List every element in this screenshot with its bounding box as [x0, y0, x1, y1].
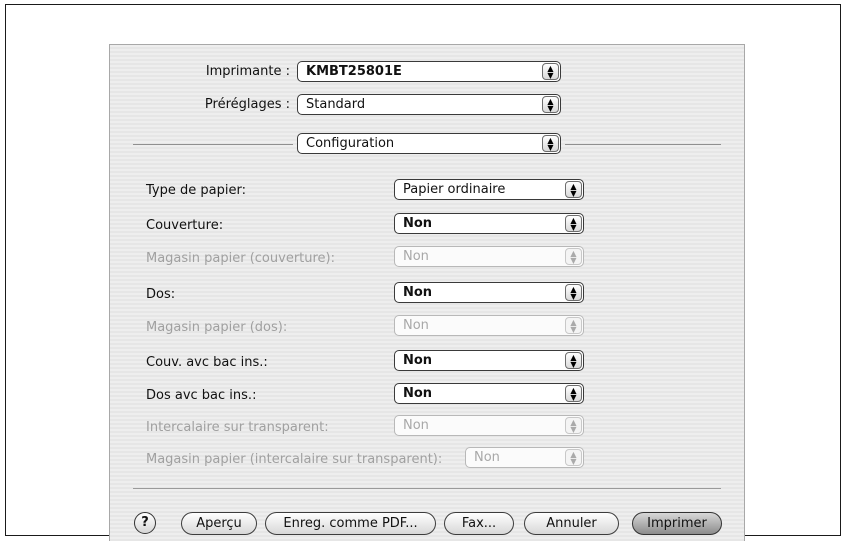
option-label-cover-tray: Magasin papier (couverture): — [146, 251, 336, 266]
option-label-cover-insert-tray: Couv. avc bac ins.: — [146, 355, 268, 370]
cover-insert-tray-popup[interactable]: Non ▲ ▼ — [394, 350, 584, 371]
up-down-arrows-icon: ▲ ▼ — [565, 449, 582, 466]
transparency-interleave-tray-popup: Non ▲ ▼ — [465, 447, 584, 468]
presets-popup[interactable]: Standard ▲ ▼ — [297, 94, 561, 115]
up-down-arrows-icon: ▲ ▼ — [565, 317, 582, 334]
cover-tray-value: Non — [403, 249, 429, 264]
cancel-button[interactable]: Annuler — [524, 512, 619, 535]
transparency-interleave-tray-value: Non — [474, 450, 500, 465]
back-insert-tray-value: Non — [403, 386, 433, 401]
back-value: Non — [403, 285, 433, 300]
section-divider-left — [133, 144, 293, 145]
up-down-arrows-icon: ▲ ▼ — [565, 385, 582, 402]
option-label-transparency-interleave: Intercalaire sur transparent: — [146, 420, 329, 435]
printer-label: Imprimante : — [205, 64, 290, 79]
up-down-arrows-icon: ▲ ▼ — [565, 215, 582, 232]
option-label-paper-type: Type de papier: — [146, 183, 246, 198]
paper-type-popup[interactable]: Papier ordinaire ▲ ▼ — [394, 179, 584, 200]
transparency-interleave-popup: Non ▲ ▼ — [394, 415, 584, 436]
option-label-back-tray: Magasin papier (dos): — [146, 320, 288, 335]
up-down-arrows-icon: ▲ ▼ — [542, 63, 559, 80]
printer-popup[interactable]: KMBT25801E ▲ ▼ — [297, 61, 561, 82]
cover-value: Non — [403, 216, 433, 231]
up-down-arrows-icon: ▲ ▼ — [542, 96, 559, 113]
back-insert-tray-popup[interactable]: Non ▲ ▼ — [394, 383, 584, 404]
paper-type-value: Papier ordinaire — [403, 182, 506, 197]
up-down-arrows-icon: ▲ ▼ — [565, 352, 582, 369]
cover-popup[interactable]: Non ▲ ▼ — [394, 213, 584, 234]
up-down-arrows-icon: ▲ ▼ — [565, 284, 582, 301]
save-as-pdf-button[interactable]: Enreg. comme PDF... — [265, 512, 436, 535]
presets-value: Standard — [306, 97, 366, 112]
footer-divider — [133, 488, 721, 489]
question-mark-icon: ? — [141, 515, 149, 530]
cover-insert-tray-value: Non — [403, 353, 433, 368]
presets-label: Préréglages : — [204, 97, 290, 112]
option-label-back-insert-tray: Dos avc bac ins.: — [146, 388, 257, 403]
option-label-back: Dos: — [146, 287, 176, 302]
option-label-transparency-interleave-tray: Magasin papier (intercalaire sur transpa… — [146, 452, 443, 467]
transparency-interleave-value: Non — [403, 418, 429, 433]
up-down-arrows-icon: ▲ ▼ — [565, 181, 582, 198]
preview-button[interactable]: Aperçu — [181, 512, 257, 535]
print-button[interactable]: Imprimer — [632, 512, 722, 535]
section-divider-right — [565, 144, 721, 145]
up-down-arrows-icon: ▲ ▼ — [542, 135, 559, 152]
back-tray-popup: Non ▲ ▼ — [394, 315, 584, 336]
help-button[interactable]: ? — [134, 512, 156, 534]
back-popup[interactable]: Non ▲ ▼ — [394, 282, 584, 303]
option-label-cover: Couverture: — [146, 218, 224, 233]
cover-tray-popup: Non ▲ ▼ — [394, 246, 584, 267]
printer-value: KMBT25801E — [306, 64, 402, 79]
fax-button[interactable]: Fax... — [444, 512, 514, 535]
section-popup[interactable]: Configuration ▲ ▼ — [297, 133, 561, 154]
up-down-arrows-icon: ▲ ▼ — [565, 417, 582, 434]
up-down-arrows-icon: ▲ ▼ — [565, 248, 582, 265]
back-tray-value: Non — [403, 318, 429, 333]
section-value: Configuration — [306, 136, 395, 151]
